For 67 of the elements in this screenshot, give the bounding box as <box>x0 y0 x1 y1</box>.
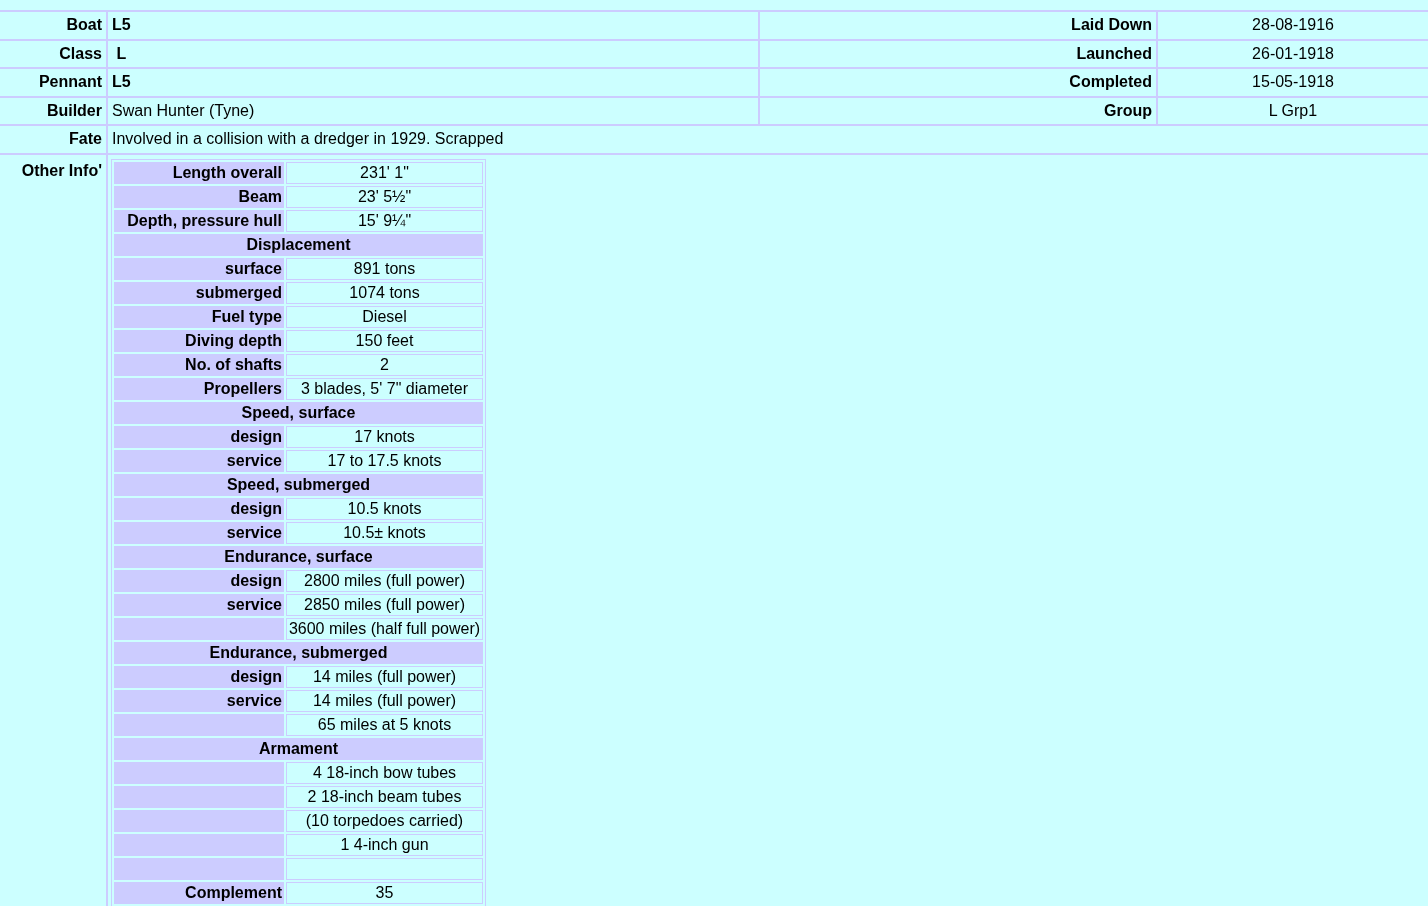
spec-value: 2 18-inch beam tubes <box>286 785 483 808</box>
spec-value: 10.5 knots <box>286 497 483 520</box>
field-label: Class <box>58 43 103 64</box>
field-value: 26-01-1918 <box>1251 43 1335 64</box>
field-label: Group <box>1103 100 1153 121</box>
spec-value: 1074 tons <box>286 281 483 304</box>
spec-label: Depth, pressure hull <box>114 209 284 232</box>
spec-value: 1 4-inch gun <box>286 833 483 856</box>
spec-value: 3600 miles (half full power) <box>286 617 483 640</box>
field-label: Launched <box>1075 43 1153 64</box>
spec-value: (10 torpedoes carried) <box>286 809 483 832</box>
spec-value: 3 blades, 5' 7" diameter <box>286 377 483 400</box>
field-value: 15-05-1918 <box>1251 72 1335 93</box>
spec-label: service <box>114 521 284 544</box>
spec-label: design <box>114 497 284 520</box>
spec-value: 23' 5½" <box>286 185 483 208</box>
spec-value: 4 18-inch bow tubes <box>286 761 483 784</box>
spec-value: 15' 9¼" <box>286 209 483 232</box>
spec-label: design <box>114 665 284 688</box>
field-value: L Grp1 <box>1267 100 1319 121</box>
spec-label: design <box>114 569 284 592</box>
field-value: 28-08-1916 <box>1251 15 1335 36</box>
spec-value: Diesel <box>286 305 483 328</box>
spec-value: 17 to 17.5 knots <box>286 449 483 472</box>
spec-label: service <box>114 593 284 616</box>
spec-value: 14 miles (full power) <box>286 665 483 688</box>
spec-value: 150 feet <box>286 329 483 352</box>
spec-value: 65 miles at 5 knots <box>286 713 483 736</box>
field-value: L5 <box>111 72 132 93</box>
spec-value: 17 knots <box>286 425 483 448</box>
spec-label: Fuel type <box>114 305 284 328</box>
spec-label: submerged <box>114 281 284 304</box>
spec-label: Length overall <box>114 161 284 184</box>
section-heading: Speed, submerged <box>114 473 483 496</box>
spec-label: service <box>114 689 284 712</box>
field-label: Boat <box>65 15 103 36</box>
spec-value: 231' 1" <box>286 161 483 184</box>
field-label: Builder <box>45 100 103 121</box>
spec-value: 2 <box>286 353 483 376</box>
spec-value: 14 miles (full power) <box>286 689 483 712</box>
section-heading: Endurance, surface <box>114 545 483 568</box>
spec-label: Complement <box>114 881 284 904</box>
section-heading: Armament <box>114 737 483 760</box>
spec-label: Diving depth <box>114 329 284 352</box>
field-label: Fate <box>68 129 103 150</box>
section-heading: Displacement <box>114 233 483 256</box>
spec-value: 891 tons <box>286 257 483 280</box>
spec-label: Propellers <box>114 377 284 400</box>
spec-label: No. of shafts <box>114 353 284 376</box>
field-label: Other Info' <box>21 161 102 179</box>
field-value: Involved in a collision with a dredger in 1929. Scrapped <box>111 129 505 150</box>
spec-value: 2800 miles (full power) <box>286 569 483 592</box>
field-label: Completed <box>1068 72 1153 93</box>
spec-value: 10.5± knots <box>286 521 483 544</box>
spec-label: design <box>114 425 284 448</box>
field-label: Pennant <box>37 72 103 93</box>
field-value: L <box>115 43 128 64</box>
field-value: L5 <box>111 15 132 36</box>
section-heading: Speed, surface <box>114 401 483 424</box>
spec-label: surface <box>114 257 284 280</box>
section-heading: Endurance, submerged <box>114 641 483 664</box>
field-label: Laid Down <box>1070 15 1153 36</box>
spec-value: 2850 miles (full power) <box>286 593 483 616</box>
spec-label: Beam <box>114 185 284 208</box>
spec-value: 35 <box>286 881 483 904</box>
spec-label: service <box>114 449 284 472</box>
field-value: Swan Hunter (Tyne) <box>111 100 256 121</box>
